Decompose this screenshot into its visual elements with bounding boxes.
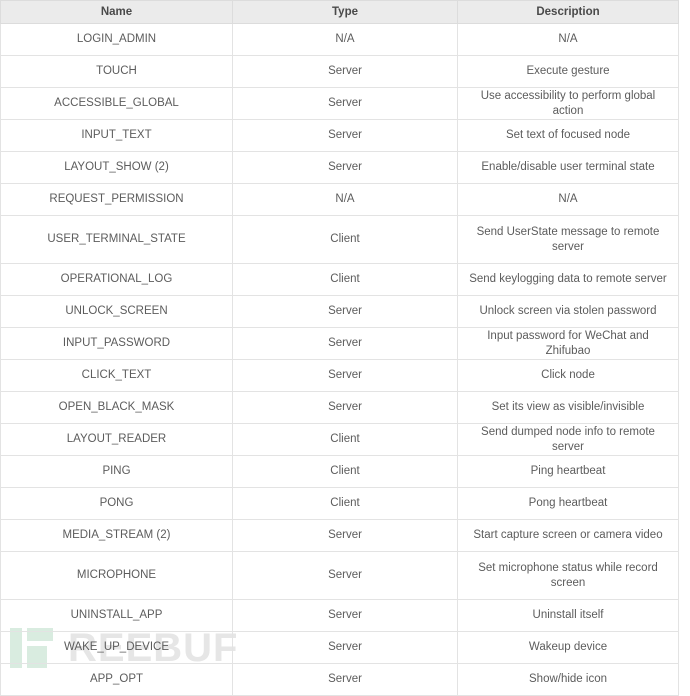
table-row: LAYOUT_READER Client Send dumped node info… — [0, 423, 679, 456]
cell-type: Server — [232, 151, 458, 184]
cell-description: Unlock screen via stolen password — [457, 295, 679, 328]
table-row: LAYOUT_SHOW (2) Server Enable/disable user… — [0, 151, 679, 184]
table-row: APP_OPT Server Show/hide icon — [0, 663, 679, 696]
cell-description: Use accessibility to perform global acti… — [457, 87, 679, 120]
cell-description: Send keylogging data to remote server — [457, 263, 679, 296]
cell-type: Server — [232, 663, 458, 696]
cell-name: MICROPHONE — [0, 551, 233, 600]
table-header-row: Name Type Description — [0, 0, 679, 24]
cell-name: USER_TERMINAL_STATE — [0, 215, 233, 264]
column-header-type: Type — [232, 0, 458, 24]
table-body: LOGIN_ADMIN N/A N/A TOUCH Server Execute gest… — [0, 23, 679, 696]
cell-name: OPERATIONAL_LOG — [0, 263, 233, 296]
cell-type: Server — [232, 631, 458, 664]
cell-description: Set text of focused node — [457, 119, 679, 152]
column-header-description: Description — [457, 0, 679, 24]
cell-type: N/A — [232, 183, 458, 216]
cell-name: UNLOCK_SCREEN — [0, 295, 233, 328]
cell-description: Execute gesture — [457, 55, 679, 88]
cell-type: Client — [232, 487, 458, 520]
cell-description: Pong heartbeat — [457, 487, 679, 520]
cell-name: LAYOUT_SHOW (2) — [0, 151, 233, 184]
cell-type: Server — [232, 119, 458, 152]
cell-description: Show/hide icon — [457, 663, 679, 696]
cell-description: Start capture screen or camera video — [457, 519, 679, 552]
page-root: REEBUF Name Type Description LOGIN_ADMIN… — [0, 0, 690, 696]
cell-name: LAYOUT_READER — [0, 423, 233, 456]
table-row: OPEN_BLACK_MASK Server Set its view as vis… — [0, 391, 679, 424]
cell-name: INPUT_TEXT — [0, 119, 233, 152]
cell-name: PING — [0, 455, 233, 488]
table-row: ACCESSIBLE_GLOBAL Server Use accessibility… — [0, 87, 679, 120]
cell-name: UNINSTALL_APP — [0, 599, 233, 632]
table-row: USER_TERMINAL_STATE Client Send UserState … — [0, 215, 679, 264]
table-row: PONG Client Pong heartbeat — [0, 487, 679, 520]
cell-name: MEDIA_STREAM (2) — [0, 519, 233, 552]
cell-description: Enable/disable user terminal state — [457, 151, 679, 184]
table-row: UNINSTALL_APP Server Uninstall itself — [0, 599, 679, 632]
table-row: INPUT_PASSWORD Server Input password for W… — [0, 327, 679, 360]
cell-name: PONG — [0, 487, 233, 520]
cell-description: N/A — [457, 23, 679, 56]
cell-description: Ping heartbeat — [457, 455, 679, 488]
cell-name: APP_OPT — [0, 663, 233, 696]
cell-type: Server — [232, 359, 458, 392]
table-row: CLICK_TEXT Server Click node — [0, 359, 679, 392]
cell-description: Set its view as visible/invisible — [457, 391, 679, 424]
cell-description: Uninstall itself — [457, 599, 679, 632]
cell-type: Server — [232, 551, 458, 600]
table-row: WAKE_UP_DEVICE Server Wakeup device — [0, 631, 679, 664]
table-row: OPERATIONAL_LOG Client Send keylogging dat… — [0, 263, 679, 296]
protocol-command-table: Name Type Description LOGIN_ADMIN N/A N/A T… — [0, 0, 679, 696]
cell-type: Client — [232, 263, 458, 296]
table-row: REQUEST_PERMISSION N/A N/A — [0, 183, 679, 216]
cell-name: INPUT_PASSWORD — [0, 327, 233, 360]
cell-name: ACCESSIBLE_GLOBAL — [0, 87, 233, 120]
cell-description: Set microphone status while record scree… — [457, 551, 679, 600]
cell-name: LOGIN_ADMIN — [0, 23, 233, 56]
cell-type: Client — [232, 215, 458, 264]
cell-name: CLICK_TEXT — [0, 359, 233, 392]
cell-description: Send dumped node info to remote server — [457, 423, 679, 456]
table-header: Name Type Description — [0, 0, 679, 24]
table-row: PING Client Ping heartbeat — [0, 455, 679, 488]
cell-type: Server — [232, 519, 458, 552]
cell-name: REQUEST_PERMISSION — [0, 183, 233, 216]
table-row: MICROPHONE Server Set microphone status wh… — [0, 551, 679, 600]
cell-name: OPEN_BLACK_MASK — [0, 391, 233, 424]
cell-type: Server — [232, 87, 458, 120]
cell-description: Input password for WeChat and Zhifubao — [457, 327, 679, 360]
cell-type: Server — [232, 295, 458, 328]
cell-description: Click node — [457, 359, 679, 392]
cell-type: Server — [232, 599, 458, 632]
cell-type: Server — [232, 391, 458, 424]
table-row: MEDIA_STREAM (2) Server Start capture scre… — [0, 519, 679, 552]
cell-type: Server — [232, 55, 458, 88]
cell-description: N/A — [457, 183, 679, 216]
cell-type: Client — [232, 423, 458, 456]
protocol-command-table-container: Name Type Description LOGIN_ADMIN N/A N/A T… — [0, 0, 679, 696]
cell-name: WAKE_UP_DEVICE — [0, 631, 233, 664]
cell-type: N/A — [232, 23, 458, 56]
table-row: INPUT_TEXT Server Set text of focused node — [0, 119, 679, 152]
table-row: LOGIN_ADMIN N/A N/A — [0, 23, 679, 56]
cell-description: Send UserState message to remote server — [457, 215, 679, 264]
cell-name: TOUCH — [0, 55, 233, 88]
cell-type: Client — [232, 455, 458, 488]
cell-type: Server — [232, 327, 458, 360]
table-row: TOUCH Server Execute gesture — [0, 55, 679, 88]
column-header-name: Name — [0, 0, 233, 24]
table-row: UNLOCK_SCREEN Server Unlock screen via sto… — [0, 295, 679, 328]
cell-description: Wakeup device — [457, 631, 679, 664]
